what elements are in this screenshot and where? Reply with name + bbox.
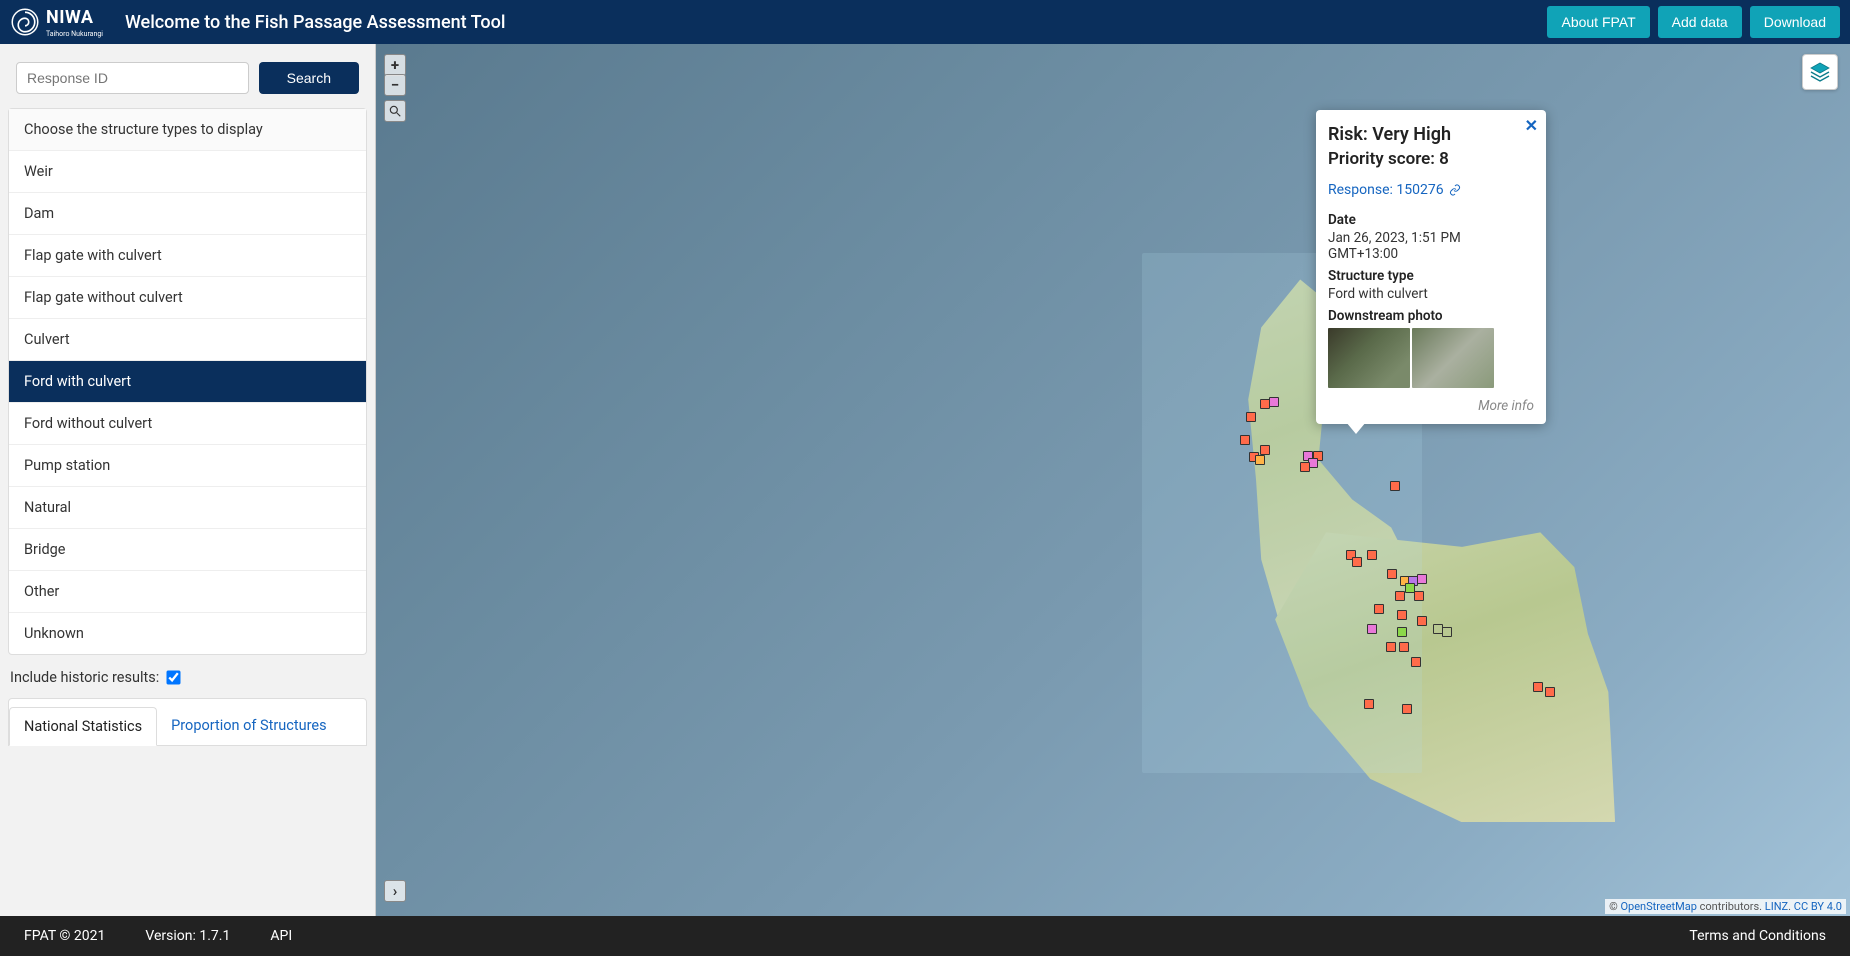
- linz-link[interactable]: LINZ: [1765, 900, 1788, 913]
- add-data-button[interactable]: Add data: [1658, 6, 1742, 38]
- brand-subtitle: Taihoro Nukurangi: [46, 30, 103, 38]
- tab-national-statistics[interactable]: National Statistics: [9, 707, 157, 746]
- niwa-swirl-icon: [10, 7, 40, 37]
- popup-date-value: Jan 26, 2023, 1:51 PM GMT+13:00: [1328, 230, 1534, 262]
- structure-marker[interactable]: [1367, 550, 1377, 560]
- structure-type-item[interactable]: Pump station: [9, 445, 366, 487]
- map-canvas[interactable]: + − › ✕ Risk: Very High Priority score: …: [376, 44, 1850, 916]
- structure-marker[interactable]: [1352, 557, 1362, 567]
- link-icon: [1449, 184, 1461, 196]
- structure-type-item[interactable]: Culvert: [9, 319, 366, 361]
- sidebar: Search Choose the structure types to dis…: [0, 44, 376, 916]
- zoom-extent-button[interactable]: [384, 100, 406, 122]
- structure-marker[interactable]: [1386, 642, 1396, 652]
- structure-marker[interactable]: [1364, 699, 1374, 709]
- historic-results-checkbox[interactable]: [167, 670, 181, 684]
- popup-more-info-link[interactable]: More info: [1328, 398, 1534, 414]
- structure-marker[interactable]: [1374, 604, 1384, 614]
- tab-proportion-structures[interactable]: Proportion of Structures: [157, 707, 340, 745]
- structure-marker[interactable]: [1390, 481, 1400, 491]
- structure-popup: ✕ Risk: Very High Priority score: 8 Resp…: [1316, 110, 1546, 424]
- structure-types-panel: Choose the structure types to display We…: [8, 108, 367, 655]
- footer-terms-link[interactable]: Terms and Conditions: [1689, 928, 1826, 944]
- expand-sidebar-button[interactable]: ›: [384, 880, 406, 902]
- historic-results-row: Include historic results:: [4, 665, 371, 698]
- historic-results-label: Include historic results:: [10, 669, 159, 686]
- structure-type-item[interactable]: Flap gate without culvert: [9, 277, 366, 319]
- popup-response-link[interactable]: Response: 150276: [1328, 182, 1461, 198]
- structure-marker[interactable]: [1417, 616, 1427, 626]
- structure-type-item[interactable]: Dam: [9, 193, 366, 235]
- stats-tabs: National Statistics Proportion of Struct…: [8, 698, 367, 746]
- structure-marker[interactable]: [1442, 627, 1452, 637]
- structure-marker[interactable]: [1246, 412, 1256, 422]
- page-title: Welcome to the Fish Passage Assessment T…: [125, 12, 505, 33]
- download-button[interactable]: Download: [1750, 6, 1840, 38]
- about-fpat-button[interactable]: About FPAT: [1547, 6, 1649, 38]
- structure-marker[interactable]: [1300, 462, 1310, 472]
- structure-marker[interactable]: [1367, 624, 1377, 634]
- magnifier-icon: [388, 104, 402, 118]
- structure-marker[interactable]: [1260, 399, 1270, 409]
- structure-type-item[interactable]: Unknown: [9, 613, 366, 654]
- structure-type-item[interactable]: Bridge: [9, 529, 366, 571]
- footer-version: Version: 1.7.1: [145, 928, 230, 944]
- footer-api-link[interactable]: API: [270, 928, 292, 944]
- structure-marker[interactable]: [1255, 455, 1265, 465]
- downstream-photo-thumb[interactable]: [1412, 328, 1494, 388]
- response-id-input[interactable]: [16, 62, 249, 94]
- layers-icon: [1808, 60, 1832, 84]
- popup-priority-heading: Priority score: 8: [1328, 149, 1534, 169]
- structure-marker[interactable]: [1399, 642, 1409, 652]
- structure-marker[interactable]: [1387, 569, 1397, 579]
- structure-marker[interactable]: [1417, 574, 1427, 584]
- app-footer: FPAT © 2021 Version: 1.7.1 API Terms and…: [0, 916, 1850, 956]
- popup-close-button[interactable]: ✕: [1525, 116, 1538, 135]
- structure-marker[interactable]: [1395, 591, 1405, 601]
- brand-logo: NIWA Taihoro Nukurangi: [10, 7, 103, 38]
- footer-copyright: FPAT © 2021: [24, 928, 105, 944]
- structure-type-item[interactable]: Ford with culvert: [9, 361, 366, 403]
- structure-marker[interactable]: [1397, 627, 1407, 637]
- cc-link[interactable]: CC BY 4.0: [1794, 900, 1842, 913]
- structure-marker[interactable]: [1545, 687, 1555, 697]
- popup-date-label: Date: [1328, 212, 1534, 228]
- brand-name: NIWA: [46, 7, 103, 28]
- osm-link[interactable]: OpenStreetMap: [1620, 900, 1696, 913]
- zoom-in-button[interactable]: +: [384, 54, 406, 76]
- popup-risk-heading: Risk: Very High: [1328, 124, 1534, 145]
- downstream-photo-thumb[interactable]: [1328, 328, 1410, 388]
- structure-type-item[interactable]: Flap gate with culvert: [9, 235, 366, 277]
- structure-type-item[interactable]: Ford without culvert: [9, 403, 366, 445]
- map-attribution: © OpenStreetMap contributors. LINZ. CC B…: [1605, 899, 1846, 914]
- structure-marker[interactable]: [1269, 397, 1279, 407]
- structure-marker[interactable]: [1414, 591, 1424, 601]
- structure-marker[interactable]: [1402, 704, 1412, 714]
- layers-button[interactable]: [1802, 54, 1838, 90]
- structure-marker[interactable]: [1397, 610, 1407, 620]
- popup-structure-value: Ford with culvert: [1328, 286, 1534, 302]
- structure-marker[interactable]: [1240, 435, 1250, 445]
- zoom-out-button[interactable]: −: [384, 74, 406, 96]
- structure-type-item[interactable]: Weir: [9, 151, 366, 193]
- popup-structure-label: Structure type: [1328, 268, 1534, 284]
- popup-photo-label: Downstream photo: [1328, 308, 1534, 324]
- structure-types-header: Choose the structure types to display: [9, 109, 366, 151]
- structure-marker[interactable]: [1411, 657, 1421, 667]
- structure-type-item[interactable]: Other: [9, 571, 366, 613]
- structure-marker[interactable]: [1260, 445, 1270, 455]
- search-button[interactable]: Search: [259, 62, 359, 94]
- structure-marker[interactable]: [1533, 682, 1543, 692]
- app-header: NIWA Taihoro Nukurangi Welcome to the Fi…: [0, 0, 1850, 44]
- structure-type-item[interactable]: Natural: [9, 487, 366, 529]
